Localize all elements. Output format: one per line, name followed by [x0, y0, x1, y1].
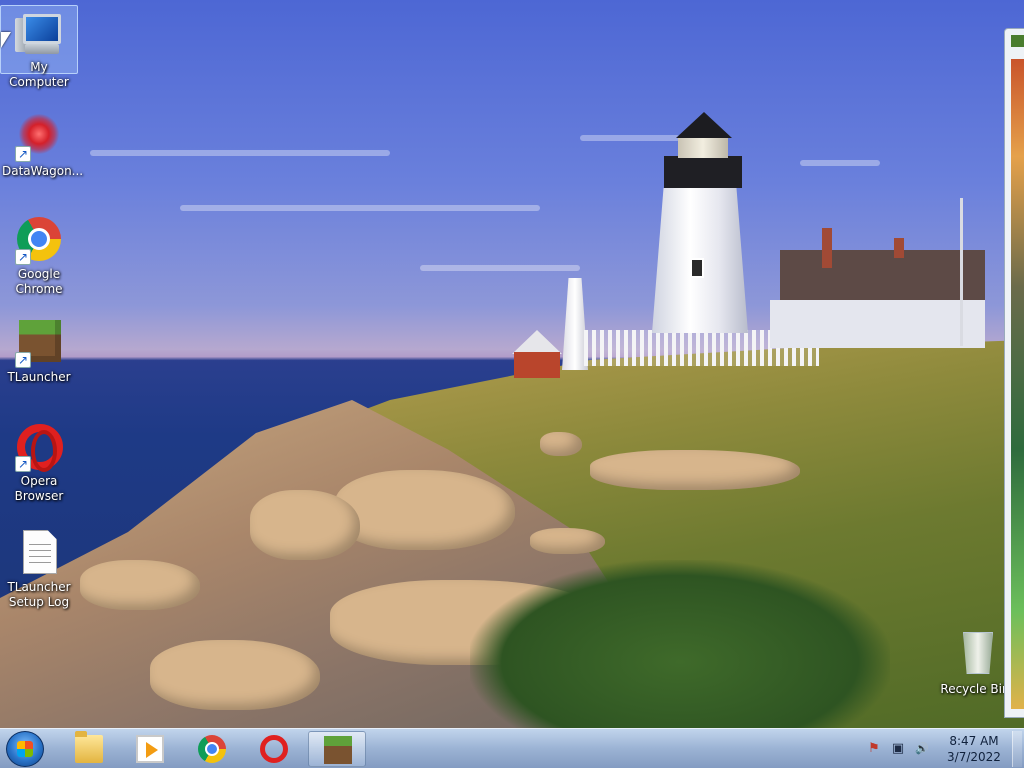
- taskbar-button-opera[interactable]: [245, 731, 303, 767]
- wallpaper-cloud: [90, 150, 390, 156]
- wallpaper-rock: [250, 490, 360, 560]
- desktop-icon-label: TLauncher: [7, 370, 71, 384]
- wallpaper-shed: [512, 330, 562, 378]
- text-document-icon: [15, 530, 63, 578]
- desktop-icon-tlauncher-setup-log[interactable]: TLauncher Setup Log: [0, 526, 78, 610]
- network-icon[interactable]: ▣: [890, 741, 906, 757]
- offscreen-tlauncher-window[interactable]: [1004, 28, 1024, 718]
- wallpaper-cloud: [180, 205, 540, 211]
- desktop-icon-label: DataWagon...: [2, 164, 84, 178]
- taskbar-button-media-player[interactable]: [121, 731, 179, 767]
- wallpaper-rock: [530, 528, 605, 554]
- volume-icon[interactable]: 🔊: [914, 741, 930, 757]
- computer-icon: [15, 10, 63, 58]
- minecraft-grass-block-icon: ↗: [15, 320, 63, 368]
- desktop-icon-recycle-bin[interactable]: Recycle Bin: [936, 628, 1014, 697]
- minecraft-grass-block-icon: [324, 736, 352, 764]
- desktop-icon-datawagon[interactable]: ↗ DataWagon...: [0, 110, 84, 179]
- mouse-cursor-icon: [1, 32, 11, 48]
- desktop-icon-label: Opera Browser: [14, 474, 64, 503]
- folder-icon: [75, 731, 103, 763]
- wallpaper-lighthouse-window: [690, 258, 704, 278]
- window-content-preview: [1011, 59, 1024, 709]
- desktop-icon-label: My Computer: [9, 60, 69, 89]
- desktop-icon-label: Recycle Bin: [940, 682, 1010, 696]
- datawagon-icon: ↗: [15, 114, 63, 162]
- taskbar-button-explorer[interactable]: [60, 731, 118, 767]
- taskbar-button-chrome[interactable]: [183, 731, 241, 767]
- wallpaper-bushes: [470, 560, 890, 728]
- wallpaper-lighthouse-gallery: [664, 156, 742, 188]
- desktop-wallpaper: [0, 0, 1024, 728]
- shortcut-arrow-icon: ↗: [15, 456, 31, 472]
- wallpaper-rock: [150, 640, 320, 710]
- desktop-icon-my-computer[interactable]: My Computer: [0, 5, 78, 89]
- clock-time: 8:47 AM: [949, 734, 999, 748]
- show-desktop-button[interactable]: [1012, 731, 1022, 767]
- opera-icon: ↗: [15, 424, 63, 472]
- desktop-icon-label: Google Chrome: [15, 267, 63, 296]
- wallpaper-lighthouse-lamp: [678, 136, 728, 158]
- wallpaper-rock: [540, 432, 582, 456]
- wallpaper-lighthouse-cap: [676, 112, 732, 138]
- action-center-flag-icon[interactable]: ⚑: [866, 741, 882, 757]
- chrome-icon: [198, 735, 226, 763]
- desktop-icon-label: TLauncher Setup Log: [7, 580, 71, 609]
- shortcut-arrow-icon: ↗: [15, 249, 31, 265]
- start-button[interactable]: [6, 731, 44, 767]
- wallpaper-flagpole: [960, 198, 963, 346]
- wallpaper-cloud: [580, 135, 680, 141]
- taskbar-clock[interactable]: 8:47 AM 3/7/2022: [936, 733, 1012, 765]
- desktop-icon-tlauncher[interactable]: ↗ TLauncher: [0, 316, 78, 385]
- wallpaper-cloud: [420, 265, 580, 271]
- opera-icon: [260, 735, 288, 763]
- shortcut-arrow-icon: ↗: [15, 352, 31, 368]
- minecraft-grass-block-icon: [1011, 35, 1024, 47]
- wallpaper-keepers-house: [770, 228, 985, 348]
- wallpaper-cloud: [800, 160, 880, 166]
- desktop-icon-opera-browser[interactable]: ↗ Opera Browser: [0, 420, 78, 504]
- recycle-bin-icon: [951, 632, 999, 680]
- wallpaper-rock: [80, 560, 200, 610]
- shortcut-arrow-icon: ↗: [15, 146, 31, 162]
- wallpaper-rock: [335, 470, 515, 550]
- wallpaper-rock: [590, 450, 800, 490]
- windows-start-orb-icon: [17, 741, 33, 757]
- chrome-icon: ↗: [15, 217, 63, 265]
- taskbar: ⚑ ▣ 🔊 8:47 AM 3/7/2022: [0, 728, 1024, 768]
- taskbar-button-tlauncher[interactable]: [308, 731, 366, 767]
- desktop-icon-google-chrome[interactable]: ↗ Google Chrome: [0, 213, 78, 297]
- clock-date: 3/7/2022: [947, 750, 1001, 764]
- media-player-icon: [136, 735, 164, 763]
